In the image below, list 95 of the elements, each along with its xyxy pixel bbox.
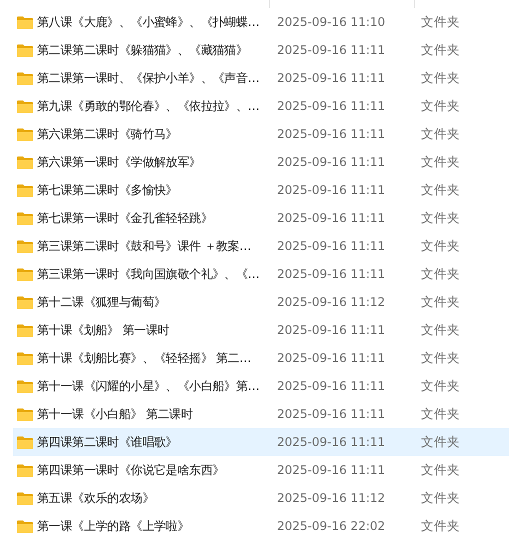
modified-date: 2025-09-16 11:11 xyxy=(277,210,386,227)
file-row[interactable]: 第十课《划船比赛》、《轻轻摇》 第二… 2025-09-16 11:11 文件夹 xyxy=(13,344,509,372)
folder-icon xyxy=(17,436,33,448)
file-type: 文件夹 xyxy=(421,208,460,227)
file-row[interactable]: 第三课第二课时《鼓和号》课件 ＋教案… 2025-09-16 11:11 文件夹 xyxy=(13,232,509,260)
modified-date: 2025-09-16 11:12 xyxy=(277,294,386,311)
file-row[interactable]: 第九课《勇敢的鄂伦春》、《依拉拉》、… 2025-09-16 11:11 文件夹 xyxy=(13,92,509,120)
folder-icon xyxy=(17,128,33,140)
file-type: 文件夹 xyxy=(421,236,460,255)
file-row[interactable]: 第二课第一课时、《保护小羊》、《声音… 2025-09-16 11:11 文件夹 xyxy=(13,64,509,92)
modified-date: 2025-09-16 11:11 xyxy=(277,70,386,87)
folder-icon xyxy=(17,44,33,56)
folder-name: 第七课第二课时《多愉快》 xyxy=(37,182,178,199)
file-row[interactable]: 第十二课《狐狸与葡萄》 2025-09-16 11:12 文件夹 xyxy=(13,288,509,316)
file-row[interactable]: 第三课第一课时《我向国旗敬个礼》、《… 2025-09-16 11:11 文件夹 xyxy=(13,260,509,288)
modified-date: 2025-09-16 11:11 xyxy=(277,378,386,395)
modified-date: 2025-09-16 11:11 xyxy=(277,266,386,283)
folder-icon xyxy=(17,408,33,420)
folder-icon xyxy=(17,240,33,252)
folder-name: 第二课第二课时《躲猫猫》、《藏猫猫》 xyxy=(37,42,248,59)
file-type: 文件夹 xyxy=(421,348,460,367)
file-row[interactable]: 第一课《上学的路《上学啦》 2025-09-16 22:02 文件夹 xyxy=(13,512,509,540)
file-row[interactable]: 第四课第二课时《谁唱歌》 2025-09-16 11:11 文件夹 xyxy=(13,428,509,456)
folder-name: 第十课《划船》 第一课时 xyxy=(37,322,170,339)
folder-icon xyxy=(17,72,33,84)
file-type: 文件夹 xyxy=(421,264,460,283)
folder-name: 第四课第一课时《你说它是啥东西》 xyxy=(37,462,224,479)
folder-name: 第一课《上学的路《上学啦》 xyxy=(37,518,190,535)
folder-icon xyxy=(17,380,33,392)
modified-date: 2025-09-16 11:11 xyxy=(277,322,386,339)
folder-icon xyxy=(17,100,33,112)
folder-icon xyxy=(17,324,33,336)
modified-date: 2025-09-16 11:11 xyxy=(277,462,386,479)
folder-name: 第六课第二课时《骑竹马》 xyxy=(37,126,178,143)
file-type: 文件夹 xyxy=(421,376,460,395)
folder-name: 第九课《勇敢的鄂伦春》、《依拉拉》、… xyxy=(37,98,260,115)
folder-name: 第十一课《小白船》 第二课时 xyxy=(37,406,193,423)
folder-name: 第二课第一课时、《保护小羊》、《声音… xyxy=(37,70,260,87)
folder-name: 第十二课《狐狸与葡萄》 xyxy=(37,294,166,311)
file-row[interactable]: 第七课第一课时《金孔雀轻轻跳》 2025-09-16 11:11 文件夹 xyxy=(13,204,509,232)
modified-date: 2025-09-16 11:11 xyxy=(277,434,386,451)
folder-name: 第七课第一课时《金孔雀轻轻跳》 xyxy=(37,210,213,227)
folder-name: 第六课第一课时《学做解放军》 xyxy=(37,154,201,171)
modified-date: 2025-09-16 11:11 xyxy=(277,98,386,115)
modified-date: 2025-09-16 11:10 xyxy=(277,14,386,31)
modified-date: 2025-09-16 11:11 xyxy=(277,406,386,423)
file-row[interactable]: 第八课《大鹿》、《小蜜蜂》、《扑蝴蝶… 2025-09-16 11:10 文件夹 xyxy=(13,8,509,36)
folder-name: 第十一课《闪耀的小星》、《小白船》第… xyxy=(37,378,260,395)
file-row[interactable]: 第四课第一课时《你说它是啥东西》 2025-09-16 11:11 文件夹 xyxy=(13,456,509,484)
file-row[interactable]: 第二课第二课时《躲猫猫》、《藏猫猫》 2025-09-16 11:11 文件夹 xyxy=(13,36,509,64)
folder-icon xyxy=(17,212,33,224)
folder-name: 第八课《大鹿》、《小蜜蜂》、《扑蝴蝶… xyxy=(37,14,260,31)
file-row[interactable]: 第五课《欢乐的农场》 2025-09-16 11:12 文件夹 xyxy=(13,484,509,512)
file-row[interactable]: 第七课第二课时《多愉快》 2025-09-16 11:11 文件夹 xyxy=(13,176,509,204)
modified-date: 2025-09-16 11:11 xyxy=(277,126,386,143)
folder-name: 第四课第二课时《谁唱歌》 xyxy=(37,434,178,451)
folder-icon xyxy=(17,464,33,476)
file-row[interactable]: 第六课第一课时《学做解放军》 2025-09-16 11:11 文件夹 xyxy=(13,148,509,176)
file-type: 文件夹 xyxy=(421,124,460,143)
folder-icon xyxy=(17,16,33,28)
file-row[interactable]: 第六课第二课时《骑竹马》 2025-09-16 11:11 文件夹 xyxy=(13,120,509,148)
modified-date: 2025-09-16 11:11 xyxy=(277,154,386,171)
modified-date: 2025-09-16 11:12 xyxy=(277,490,386,507)
modified-date: 2025-09-16 11:11 xyxy=(277,350,386,367)
folder-icon xyxy=(17,156,33,168)
folder-icon xyxy=(17,184,33,196)
folder-name: 第十课《划船比赛》、《轻轻摇》 第二… xyxy=(37,350,252,367)
folder-icon xyxy=(17,268,33,280)
file-type: 文件夹 xyxy=(421,404,460,423)
file-row[interactable]: 第十一课《闪耀的小星》、《小白船》第… 2025-09-16 11:11 文件夹 xyxy=(13,372,509,400)
folder-name: 第三课第二课时《鼓和号》课件 ＋教案… xyxy=(37,238,252,255)
file-type: 文件夹 xyxy=(421,12,460,31)
file-type: 文件夹 xyxy=(421,292,460,311)
file-type: 文件夹 xyxy=(421,460,460,479)
file-type: 文件夹 xyxy=(421,488,460,507)
file-type: 文件夹 xyxy=(421,40,460,59)
folder-icon xyxy=(17,492,33,504)
folder-icon xyxy=(17,520,33,532)
modified-date: 2025-09-16 11:11 xyxy=(277,238,386,255)
file-type: 文件夹 xyxy=(421,68,460,87)
file-row[interactable]: 第十一课《小白船》 第二课时 2025-09-16 11:11 文件夹 xyxy=(13,400,509,428)
file-type: 文件夹 xyxy=(421,180,460,199)
folder-icon xyxy=(17,296,33,308)
modified-date: 2025-09-16 11:11 xyxy=(277,42,386,59)
folder-icon xyxy=(17,352,33,364)
file-type: 文件夹 xyxy=(421,152,460,171)
file-type: 文件夹 xyxy=(421,320,460,339)
modified-date: 2025-09-16 11:11 xyxy=(277,182,386,199)
modified-date: 2025-09-16 22:02 xyxy=(277,518,386,535)
file-type: 文件夹 xyxy=(421,432,460,451)
file-row[interactable]: 第十课《划船》 第一课时 2025-09-16 11:11 文件夹 xyxy=(13,316,509,344)
file-type: 文件夹 xyxy=(421,96,460,115)
folder-name: 第五课《欢乐的农场》 xyxy=(37,490,154,507)
file-type: 文件夹 xyxy=(421,516,460,535)
folder-name: 第三课第一课时《我向国旗敬个礼》、《… xyxy=(37,266,260,283)
